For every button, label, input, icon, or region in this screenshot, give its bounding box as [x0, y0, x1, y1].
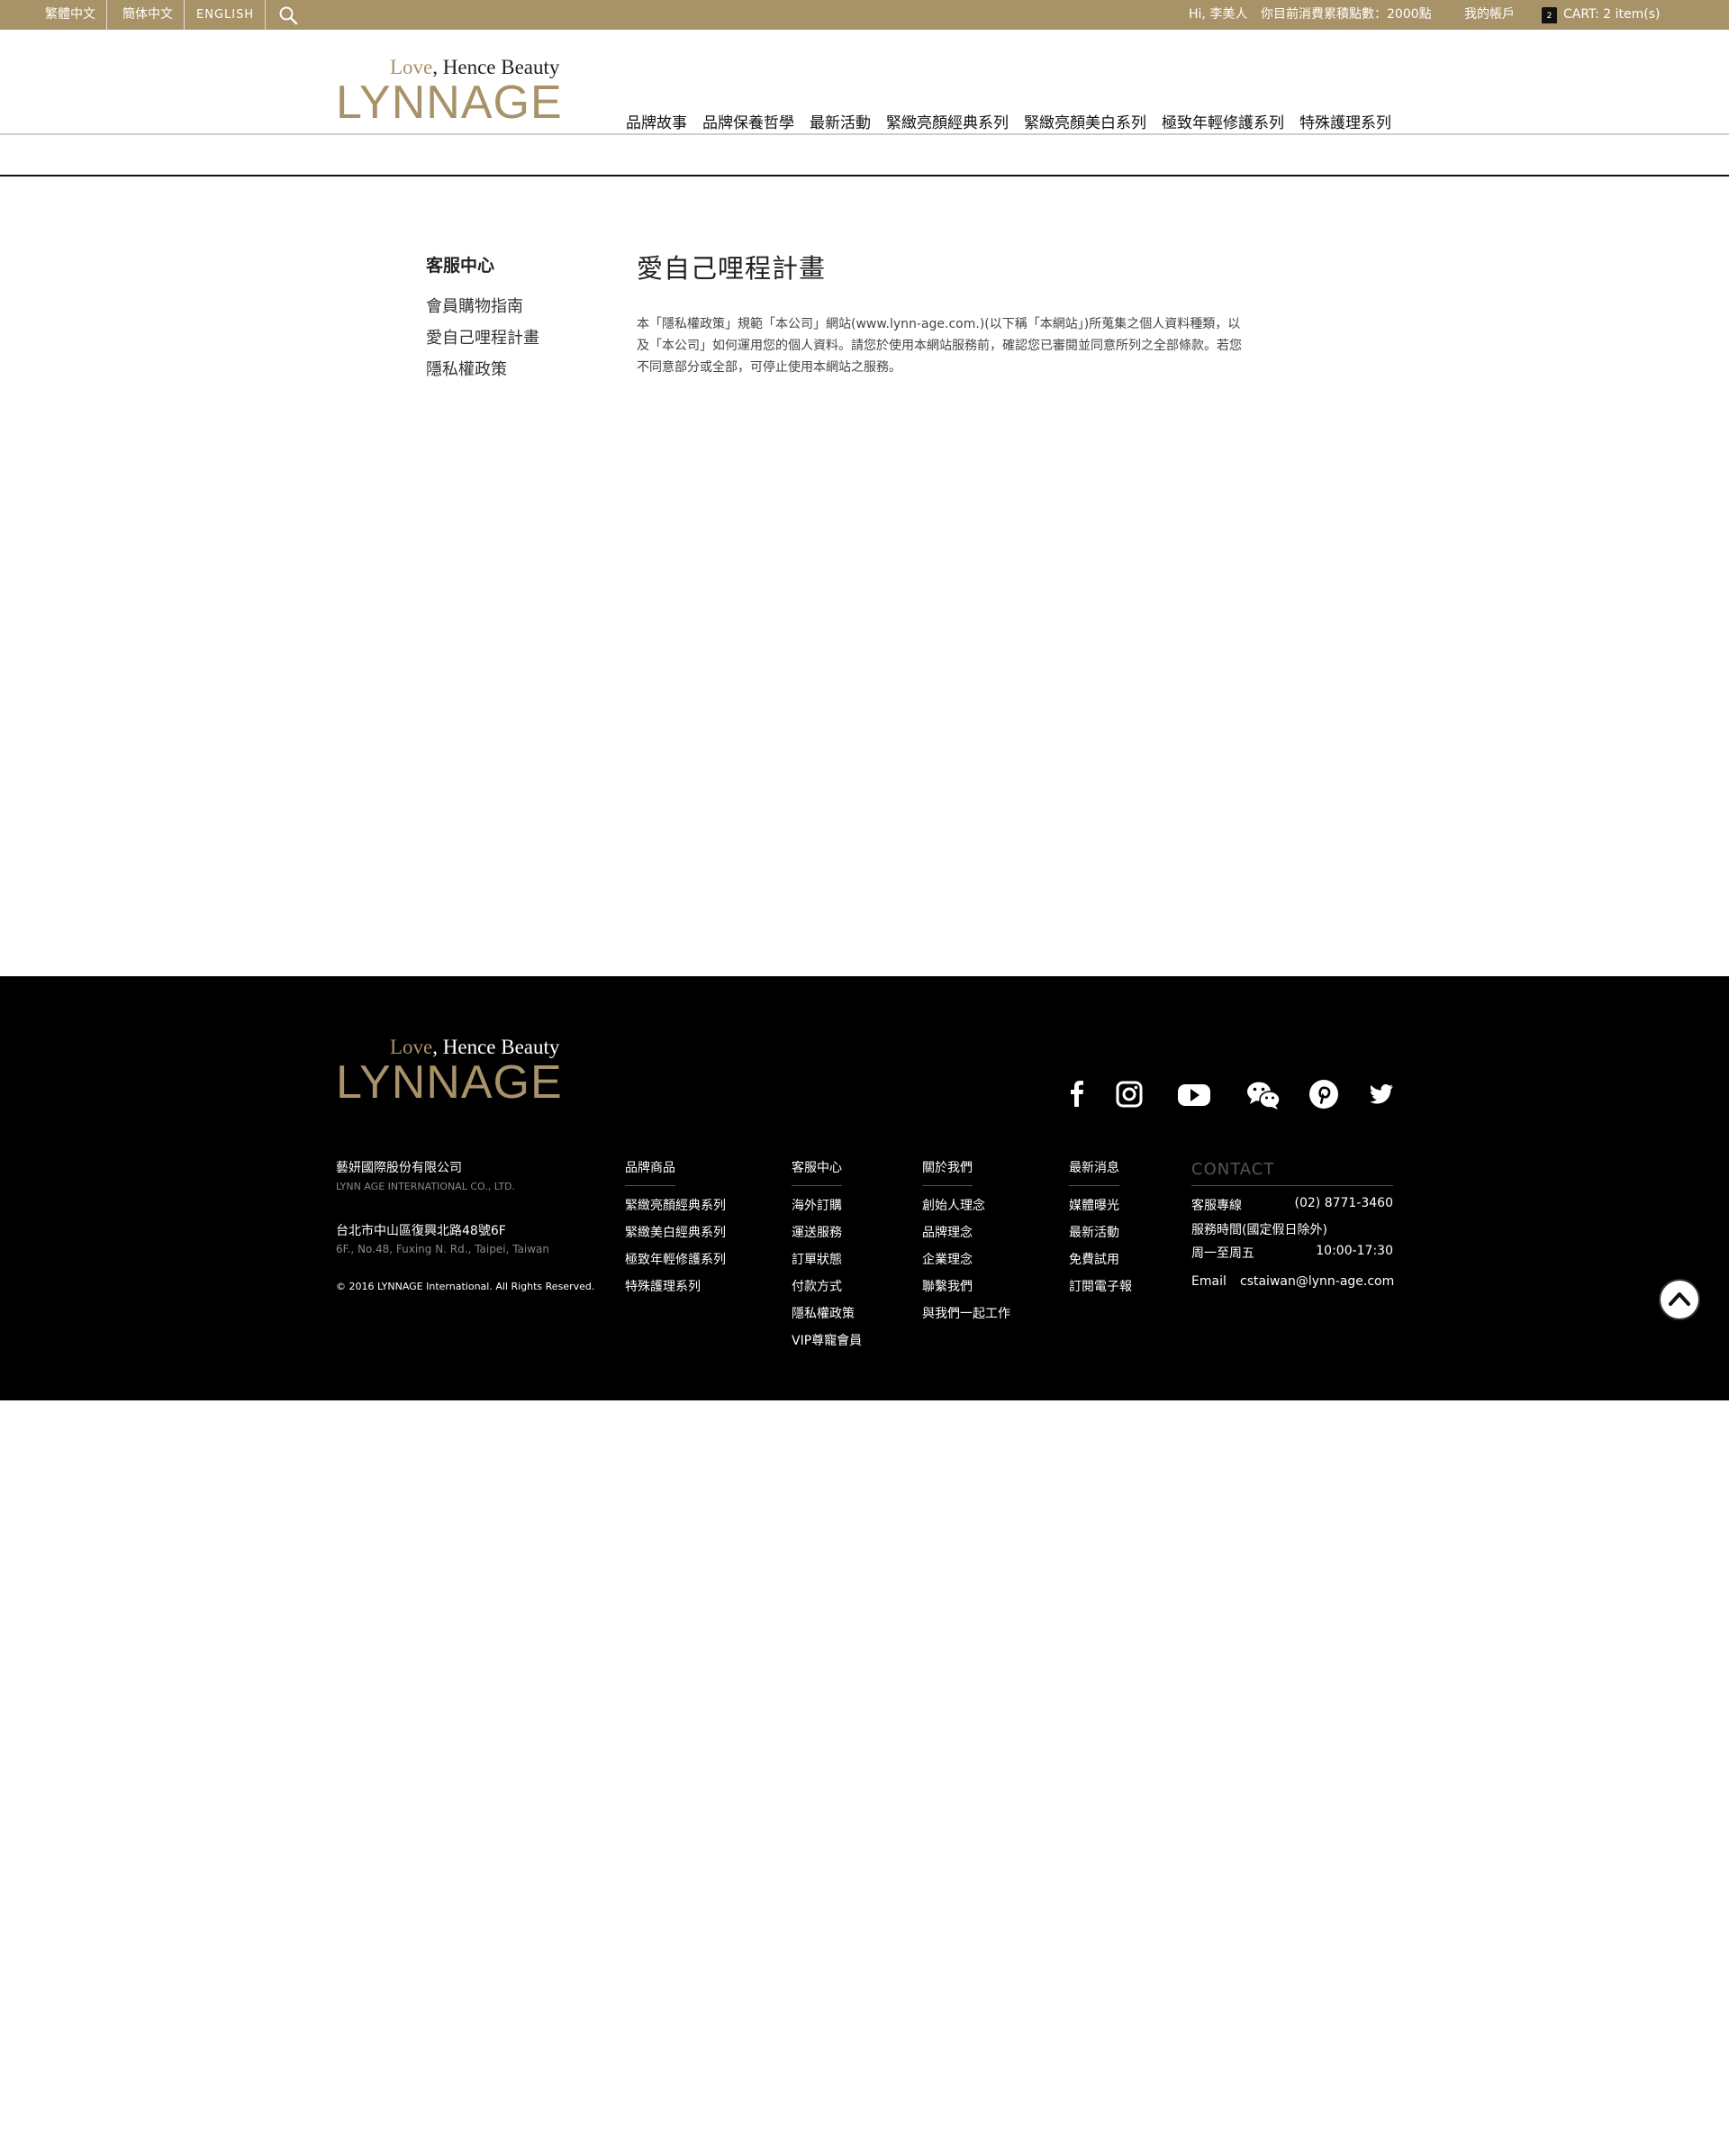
- hotline-label: 客服專線: [1191, 1199, 1242, 1213]
- sidebar-title: 客服中心: [426, 256, 495, 276]
- service-hours-label: 服務時間(國定假日除外): [1191, 1223, 1327, 1237]
- footer-link[interactable]: 緊緻亮顏經典系列: [625, 1196, 726, 1214]
- footer-link[interactable]: 創始人理念: [922, 1196, 985, 1214]
- footer-link[interactable]: 企業理念: [922, 1250, 973, 1268]
- footer-logo-wordmark: LYNNAGE: [336, 1056, 563, 1109]
- company-name: 藝妍國際股份有限公司: [336, 1161, 462, 1175]
- header-logo[interactable]: Love, Hence Beauty LYNNAGE: [336, 56, 563, 126]
- header-divider: [0, 133, 1729, 135]
- cart-link[interactable]: CART: 2 item(s): [1563, 0, 1660, 30]
- lang-english[interactable]: ENGLISH: [186, 0, 267, 30]
- footer-link[interactable]: 媒體曝光: [1069, 1196, 1119, 1214]
- company-name-en: LYNN AGE INTERNATIONAL CO., LTD.: [336, 1181, 516, 1192]
- footer-logo[interactable]: Love, Hence Beauty LYNNAGE: [336, 1036, 563, 1106]
- footer-col-rule: [792, 1185, 842, 1186]
- footer-link[interactable]: 最新活動: [1069, 1223, 1119, 1241]
- nav-youth-repair[interactable]: 極致年輕修護系列: [1162, 110, 1284, 133]
- footer-link[interactable]: 訂單狀態: [792, 1250, 842, 1268]
- chevron-up-icon: [1669, 1292, 1690, 1306]
- lang-traditional-chinese[interactable]: 繁體中文: [34, 0, 107, 30]
- youtube-icon[interactable]: [1176, 1076, 1212, 1112]
- lang-simplified-chinese[interactable]: 簡体中文: [112, 0, 185, 30]
- footer-col-title: 品牌商品: [625, 1161, 675, 1175]
- email-link[interactable]: cstaiwan@lynn-age.com: [1240, 1274, 1394, 1289]
- greeting: Hi, 李美人: [1189, 7, 1248, 22]
- footer-col-title: 客服中心: [792, 1161, 842, 1175]
- footer-link[interactable]: 與我們一起工作: [922, 1304, 1010, 1322]
- points-balance: 你目前消費累積點數：2000點: [1261, 7, 1432, 22]
- copyright: © 2016 LYNNAGE International. All Rights…: [336, 1281, 595, 1292]
- email-label: Email: [1191, 1274, 1227, 1289]
- footer-col-title: 最新消息: [1069, 1161, 1119, 1175]
- shopping-bag-icon[interactable]: 2: [1542, 7, 1557, 23]
- search-icon[interactable]: [277, 5, 299, 26]
- header-divider-dark: [0, 175, 1729, 177]
- nav-firming-whitening[interactable]: 緊緻亮顏美白系列: [1024, 110, 1146, 133]
- footer: [0, 976, 1729, 1400]
- instagram-icon[interactable]: [1115, 1076, 1144, 1112]
- top-bar: 繁體中文 簡体中文 ENGLISH Hi, 李美人 你目前消費累積點數：2000…: [0, 0, 1729, 30]
- service-days: 周一至周五: [1191, 1246, 1254, 1261]
- logo-wordmark: LYNNAGE: [336, 77, 563, 129]
- footer-col-title: 關於我們: [922, 1161, 973, 1175]
- nav-brand-philosophy[interactable]: 品牌保養哲學: [702, 110, 794, 133]
- footer-col-rule: [1069, 1185, 1119, 1186]
- page-body: 本「隱私權政策」規範「本公司」網站(www.lynn-age.com.)(以下稱…: [637, 313, 1294, 378]
- footer-link[interactable]: 聯繫我們: [922, 1277, 973, 1295]
- contact-title: CONTACT: [1191, 1160, 1275, 1179]
- body-line: 不同意部分或全部，可停止使用本網站之服務。: [637, 360, 901, 375]
- sidebar-item-privacy-policy[interactable]: 隱私權政策: [426, 357, 507, 380]
- facebook-icon[interactable]: [1065, 1076, 1087, 1112]
- footer-link[interactable]: 特殊護理系列: [625, 1277, 701, 1295]
- footer-link[interactable]: 運送服務: [792, 1223, 842, 1241]
- pinterest-icon[interactable]: [1308, 1076, 1340, 1112]
- body-line: 及「本公司」如何運用您的個人資料。請您於使用本網站服務前，確認您已審閱並同意所列…: [637, 339, 1242, 353]
- footer-link[interactable]: 付款方式: [792, 1277, 842, 1295]
- my-account-link[interactable]: 我的帳戶: [1464, 0, 1515, 30]
- company-address-en: 6F., No.48, Fuxing N. Rd., Taipei, Taiwa…: [336, 1243, 549, 1255]
- hotline-number[interactable]: (02) 8771-3460: [1294, 1196, 1394, 1210]
- footer-col-rule: [625, 1185, 675, 1186]
- nav-firming-classic[interactable]: 緊緻亮顏經典系列: [886, 110, 1009, 133]
- footer-link[interactable]: 免費試用: [1069, 1250, 1119, 1268]
- wechat-icon[interactable]: [1245, 1076, 1281, 1112]
- footer-col-rule: [922, 1185, 973, 1186]
- twitter-icon[interactable]: [1367, 1076, 1396, 1112]
- footer-link[interactable]: 品牌理念: [922, 1223, 973, 1241]
- footer-link[interactable]: 緊緻美白經典系列: [625, 1223, 726, 1241]
- main-nav: 品牌故事 品牌保養哲學 最新活動 緊緻亮顏經典系列 緊緻亮顏美白系列 極致年輕修…: [626, 110, 1407, 133]
- service-hours: 10:00-17:30: [1316, 1244, 1393, 1258]
- body-line: 本「隱私權政策」規範「本公司」網站(www.lynn-age.com.)(以下稱…: [637, 317, 1241, 331]
- footer-link[interactable]: 海外訂購: [792, 1196, 842, 1214]
- nav-special-care[interactable]: 特殊護理系列: [1299, 110, 1391, 133]
- nav-latest-events[interactable]: 最新活動: [810, 110, 871, 133]
- footer-link[interactable]: 極致年輕修護系列: [625, 1250, 726, 1268]
- contact-rule: [1191, 1185, 1393, 1186]
- footer-link[interactable]: VIP尊寵會員: [792, 1331, 862, 1349]
- footer-link[interactable]: 隱私權政策: [792, 1304, 855, 1322]
- nav-brand-story[interactable]: 品牌故事: [626, 110, 687, 133]
- company-address: 台北市中山區復興北路48號6F: [336, 1224, 506, 1238]
- sidebar-item-shopping-guide[interactable]: 會員購物指南: [426, 294, 523, 317]
- page-title: 愛自己哩程計畫: [637, 253, 827, 284]
- footer-link[interactable]: 訂閱電子報: [1069, 1277, 1132, 1295]
- back-to-top-button[interactable]: [1659, 1279, 1700, 1320]
- sidebar-item-mileage-program[interactable]: 愛自己哩程計畫: [426, 325, 539, 349]
- cart-count: 2: [1546, 12, 1552, 21]
